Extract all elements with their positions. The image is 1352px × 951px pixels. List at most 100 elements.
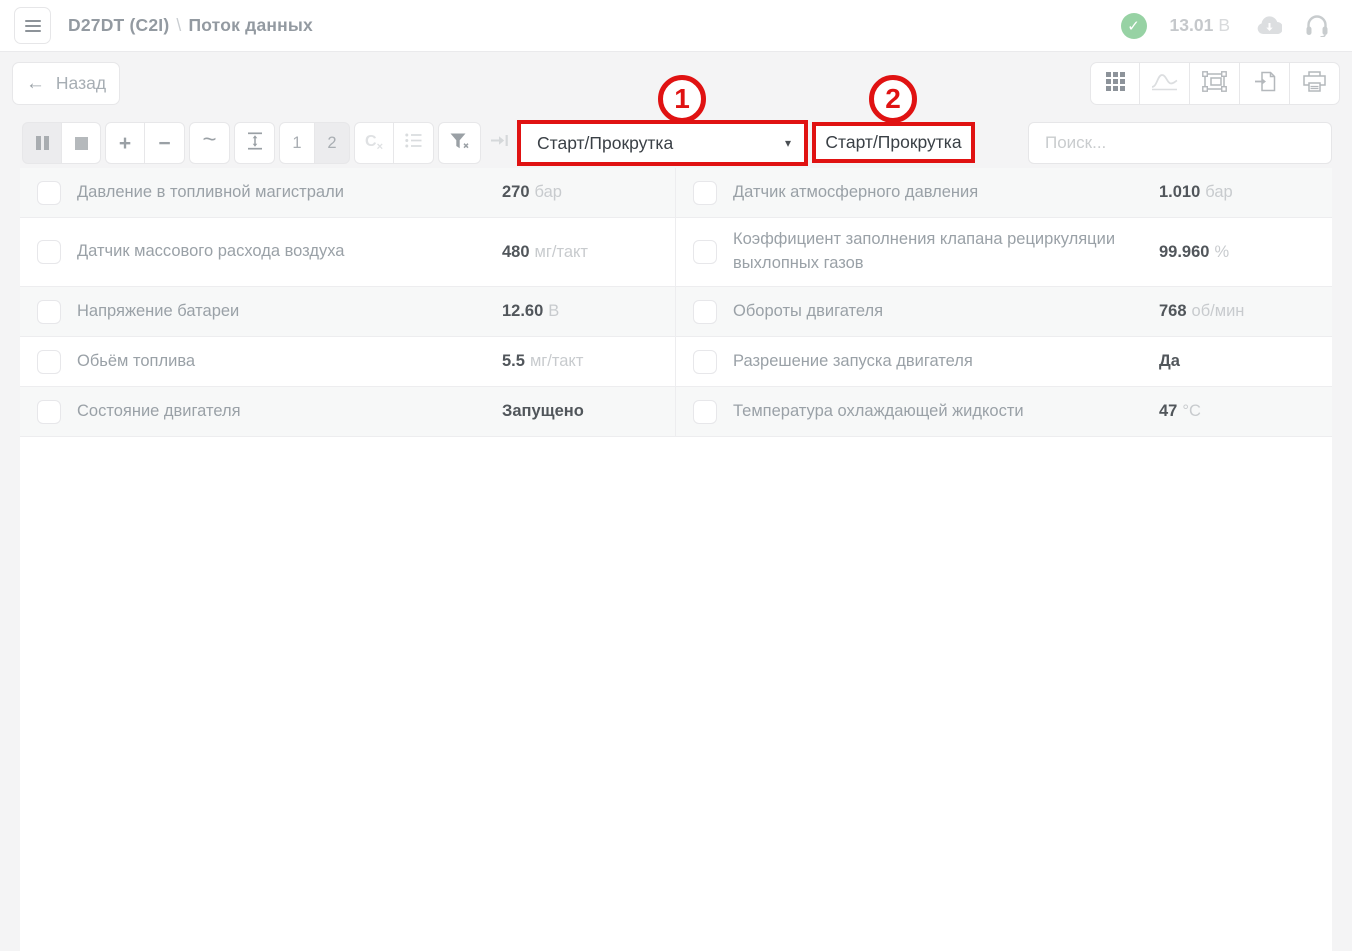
back-button[interactable]: ← Назад — [12, 62, 120, 105]
toolbar-strip: ← Назад — [0, 52, 1352, 168]
breadcrumb: D27DT (C2I)\Поток данных — [68, 15, 313, 36]
voltage-value: 13.01 — [1170, 15, 1214, 35]
clear-values-button[interactable]: C× — [354, 122, 394, 164]
row-checkbox[interactable] — [37, 240, 61, 264]
clear-filter-button[interactable] — [438, 122, 481, 164]
wave-icon: ~ — [202, 133, 216, 153]
pause-icon — [36, 136, 49, 150]
smoothing-button[interactable]: ~ — [189, 122, 230, 164]
callout-1-badge: 1 — [658, 75, 706, 123]
search-input[interactable] — [1028, 122, 1332, 164]
list-button[interactable] — [393, 122, 434, 164]
table-row: Состояние двигателя Запущено Температура… — [20, 387, 1332, 437]
callout-2-badge: 2 — [869, 75, 917, 123]
param-label: Обьём топлива — [77, 350, 502, 374]
row-checkbox[interactable] — [37, 300, 61, 324]
page-group: 1 2 — [279, 122, 350, 164]
table-row: Обьём топлива 5.5мг/такт Разрешение запу… — [20, 337, 1332, 387]
param-cell: Температура охлаждающей жидкости 47°C — [676, 387, 1332, 436]
page-2-button[interactable]: 2 — [314, 122, 350, 164]
data-stream-table: Давление в топливной магистрали 270бар Д… — [20, 168, 1332, 951]
param-value: 1.010бар — [1159, 183, 1332, 202]
breadcrumb-separator: \ — [169, 15, 188, 35]
param-value: 270бар — [502, 183, 675, 202]
page-1-button[interactable]: 1 — [279, 122, 315, 164]
printer-icon — [1303, 71, 1326, 97]
param-cell: Датчик атмосферного давления 1.010бар — [676, 168, 1332, 217]
export-document-icon — [1254, 71, 1276, 97]
param-cell: Датчик массового расхода воздуха 480мг/т… — [20, 218, 676, 286]
back-arrow-icon: ← — [26, 73, 45, 95]
annotation-box-1: Старт/Прокрутка ▾ — [517, 120, 808, 166]
selection-frame-icon — [1202, 71, 1227, 97]
hamburger-menu-button[interactable] — [14, 7, 51, 44]
zoom-in-button[interactable]: + — [105, 122, 145, 164]
view-mode-group — [1090, 62, 1340, 105]
annotation-box-2: Старт/Прокрутка — [812, 122, 975, 163]
cloud-download-icon[interactable] — [1257, 16, 1282, 35]
row-checkbox[interactable] — [693, 240, 717, 264]
param-value: 47°C — [1159, 402, 1332, 421]
topbar-status-area: ✓ 13.01В — [1121, 13, 1329, 39]
plus-icon: + — [119, 133, 131, 154]
top-bar: D27DT (C2I)\Поток данных ✓ 13.01В — [0, 0, 1352, 52]
connection-ok-icon: ✓ — [1121, 13, 1147, 39]
param-label: Коэффициент заполнения клапана рециркуля… — [733, 228, 1159, 276]
go-to-end-button[interactable] — [485, 122, 513, 164]
chevron-down-icon: ▾ — [785, 136, 791, 150]
clear-icon: C× — [365, 133, 383, 153]
filter-icon — [450, 133, 470, 154]
stream-controls-row: + − ~ 1 2 — [22, 122, 975, 166]
param-label: Обороты двигателя — [733, 300, 1159, 324]
battery-voltage-indicator: 13.01В — [1170, 15, 1230, 36]
param-value: Запущено — [502, 402, 675, 421]
stop-icon — [75, 137, 88, 150]
param-value: 5.5мг/такт — [502, 352, 675, 371]
auto-scale-button[interactable] — [234, 122, 275, 164]
table-row: Давление в топливной магистрали 270бар Д… — [20, 168, 1332, 218]
table-row: Напряжение батареи 12.60В Обороты двигат… — [20, 287, 1332, 337]
param-label: Датчик массового расхода воздуха — [77, 240, 502, 264]
param-label: Состояние двигателя — [77, 400, 502, 424]
param-cell: Обороты двигателя 768об/мин — [676, 287, 1332, 336]
headphones-icon[interactable] — [1305, 14, 1329, 37]
param-value: 768об/мин — [1159, 302, 1332, 321]
group-selector-value: Старт/Прокрутка — [537, 133, 673, 154]
grid-view-button[interactable] — [1090, 62, 1140, 105]
table-row: Датчик массового расхода воздуха 480мг/т… — [20, 218, 1332, 287]
group-selector-dropdown[interactable]: Старт/Прокрутка ▾ — [521, 124, 804, 162]
row-checkbox[interactable] — [37, 350, 61, 374]
chart-view-button[interactable] — [1140, 62, 1190, 105]
stop-button[interactable] — [61, 122, 101, 164]
print-button[interactable] — [1290, 62, 1340, 105]
search-box — [1028, 122, 1332, 164]
row-checkbox[interactable] — [693, 181, 717, 205]
param-value: 480мг/такт — [502, 243, 675, 262]
line-chart-icon — [1151, 72, 1178, 96]
minus-icon: − — [158, 133, 170, 154]
playback-group — [22, 122, 101, 164]
back-label: Назад — [56, 73, 106, 94]
param-cell: Напряжение батареи 12.60В — [20, 287, 676, 336]
param-label: Температура охлаждающей жидкости — [733, 400, 1159, 424]
list-icon — [405, 133, 422, 153]
param-cell: Коэффициент заполнения клапана рециркуля… — [676, 218, 1332, 286]
export-button[interactable] — [1240, 62, 1290, 105]
param-cell: Состояние двигателя Запущено — [20, 387, 676, 436]
selection-view-button[interactable] — [1190, 62, 1240, 105]
breadcrumb-page: Поток данных — [188, 15, 313, 35]
param-label: Датчик атмосферного давления — [733, 181, 1159, 205]
group-title-label: Старт/Прокрутка — [825, 132, 961, 153]
param-label: Давление в топливной магистрали — [77, 181, 502, 205]
grid-view-icon — [1106, 72, 1125, 96]
zoom-out-button[interactable]: − — [144, 122, 185, 164]
breadcrumb-device: D27DT (C2I) — [68, 15, 169, 35]
param-cell: Разрешение запуска двигателя Да — [676, 337, 1332, 386]
param-label: Напряжение батареи — [77, 300, 502, 324]
row-checkbox[interactable] — [693, 400, 717, 424]
row-checkbox[interactable] — [37, 181, 61, 205]
row-checkbox[interactable] — [693, 350, 717, 374]
row-checkbox[interactable] — [37, 400, 61, 424]
row-checkbox[interactable] — [693, 300, 717, 324]
pause-button[interactable] — [22, 122, 62, 164]
